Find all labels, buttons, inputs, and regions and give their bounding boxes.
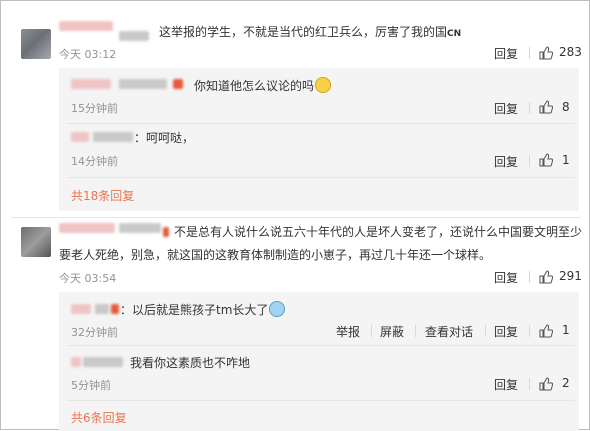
view-conversation-button[interactable]: 查看对话 bbox=[425, 323, 473, 340]
username-blurred[interactable] bbox=[71, 357, 81, 367]
like-count: 8 bbox=[562, 100, 570, 114]
reply-button[interactable]: 回复 bbox=[494, 323, 518, 340]
divider bbox=[67, 177, 575, 178]
divider bbox=[67, 123, 575, 124]
reply-button[interactable]: 回复 bbox=[494, 376, 518, 393]
divider bbox=[11, 217, 581, 218]
report-button[interactable]: 举报 bbox=[336, 323, 360, 340]
reply-time: 5分钟前 bbox=[71, 379, 111, 392]
divider bbox=[67, 345, 575, 346]
reply-time: 15分钟前 bbox=[71, 102, 118, 115]
divider bbox=[529, 47, 530, 59]
username-blurred[interactable] bbox=[95, 304, 109, 314]
username-blurred[interactable] bbox=[71, 304, 91, 314]
thumbs-up-icon[interactable] bbox=[539, 46, 553, 60]
reply-time: 14分钟前 bbox=[71, 155, 118, 168]
like-count: 283 bbox=[559, 45, 582, 59]
avatar[interactable] bbox=[21, 227, 51, 257]
username-blurred[interactable] bbox=[119, 223, 161, 233]
reply-time: 32分钟前 bbox=[71, 326, 118, 339]
avatar[interactable] bbox=[21, 29, 51, 59]
thinking-face-icon bbox=[315, 77, 332, 93]
like-count: 291 bbox=[559, 269, 582, 283]
reply-text: 我看你这素质也不咋地 bbox=[130, 356, 251, 370]
reply-button[interactable]: 回复 bbox=[494, 100, 518, 117]
username-blurred[interactable] bbox=[163, 227, 169, 237]
reply-button[interactable]: 回复 bbox=[494, 269, 518, 286]
like-count: 1 bbox=[562, 153, 570, 167]
divider bbox=[529, 325, 530, 337]
username-blurred[interactable] bbox=[93, 132, 133, 142]
username-blurred[interactable] bbox=[119, 79, 167, 89]
block-button[interactable]: 屏蔽 bbox=[380, 323, 404, 340]
divider bbox=[485, 325, 486, 337]
more-replies-link[interactable]: 共18条回复 bbox=[71, 187, 134, 204]
reply-text: ：呵呵哒， bbox=[134, 131, 195, 145]
comment-text: 这举报的学生，不就是当代的红卫兵么，厉害了我的国CN bbox=[159, 25, 462, 39]
divider bbox=[415, 325, 416, 337]
reply-button[interactable]: 回复 bbox=[494, 45, 518, 62]
fearful-face-icon bbox=[269, 301, 286, 317]
divider bbox=[371, 325, 372, 337]
like-count: 2 bbox=[562, 376, 570, 390]
comment-time: 今天 03:12 bbox=[59, 48, 117, 61]
thumbs-up-icon[interactable] bbox=[539, 100, 553, 114]
cn-tag: CN bbox=[447, 29, 462, 39]
username-blurred[interactable] bbox=[71, 79, 111, 89]
divider bbox=[67, 400, 575, 401]
divider bbox=[529, 155, 530, 167]
comment-time: 今天 03:54 bbox=[59, 272, 117, 285]
username-blurred[interactable] bbox=[111, 304, 119, 314]
reply-text: ：以后就是熊孩子tm长大了 bbox=[120, 300, 286, 320]
comment-text: 要老人死绝，别急，就这国的这教育体制制造的小崽子，再过几十年还一个球样。 bbox=[59, 248, 492, 262]
username-blurred[interactable] bbox=[59, 21, 113, 31]
divider bbox=[529, 378, 530, 390]
more-replies-link[interactable]: 共6条回复 bbox=[71, 409, 127, 426]
divider bbox=[529, 271, 530, 283]
thumbs-up-icon[interactable] bbox=[539, 377, 553, 391]
like-count: 1 bbox=[562, 323, 570, 337]
reply-button[interactable]: 回复 bbox=[494, 153, 518, 170]
username-blurred[interactable] bbox=[71, 132, 89, 142]
username-blurred[interactable] bbox=[83, 357, 123, 367]
thumbs-up-icon[interactable] bbox=[539, 270, 553, 284]
thumbs-up-icon[interactable] bbox=[539, 324, 553, 338]
thumbs-up-icon[interactable] bbox=[539, 153, 553, 167]
comment-text: 不是总有人说什么说五六十年代的人是坏人变老了，还说什么中国要文明至少 bbox=[174, 225, 583, 239]
username-blurred[interactable] bbox=[59, 223, 115, 233]
username-blurred[interactable] bbox=[173, 79, 183, 89]
username-blurred[interactable] bbox=[119, 31, 149, 41]
divider bbox=[529, 102, 530, 114]
reply-text: 你知道他怎么议论的吗 bbox=[194, 76, 332, 96]
